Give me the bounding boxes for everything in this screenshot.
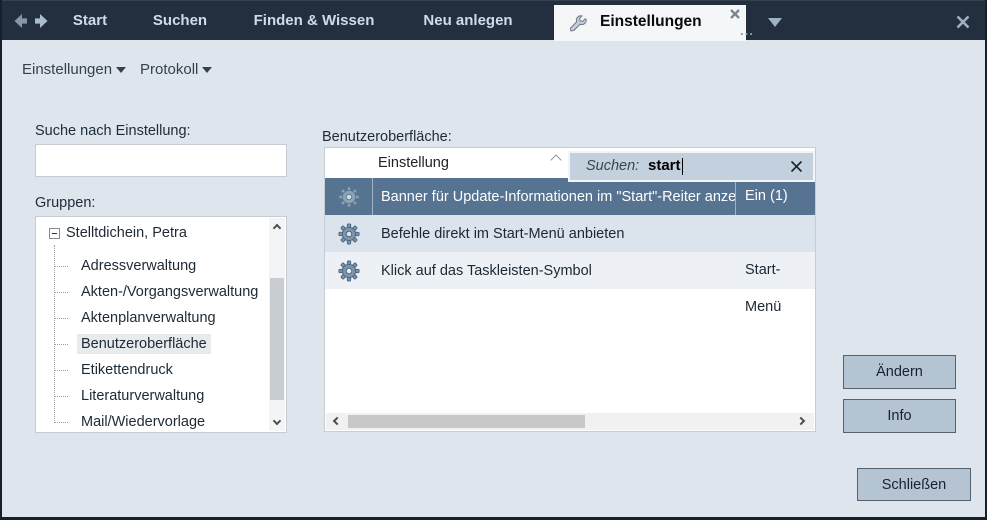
scroll-right-icon[interactable] [795, 413, 812, 430]
tab-overflow-dots[interactable]: ... [740, 23, 754, 38]
menu-einstellungen[interactable]: Einstellungen [22, 61, 126, 78]
sort-ascending-icon [550, 154, 561, 165]
row-value [735, 215, 815, 252]
active-tab-label: Einstellungen [600, 13, 702, 31]
setting-search-input[interactable] [35, 144, 287, 177]
tab-list-dropdown-icon[interactable] [768, 18, 782, 27]
tree-item-akten-vorgangsverwaltung[interactable]: Akten-/Vorgangsverwaltung [81, 279, 258, 305]
column-header-einstellung[interactable]: Einstellung [378, 148, 449, 178]
tab-suchen[interactable]: Suchen [153, 1, 207, 41]
tree-item-benutzeroberflaeche[interactable]: Benutzeroberfläche [81, 331, 211, 357]
menu-protokoll-label: Protokoll [140, 61, 198, 78]
settings-window: Start Suchen Finden & Wissen Neu anlegen… [0, 0, 987, 520]
tab-einstellungen-active[interactable]: Einstellungen [554, 5, 746, 41]
tree-item-etikettendruck[interactable]: Etikettendruck [81, 357, 173, 383]
back-arrow-icon[interactable] [13, 13, 30, 29]
tab-bar: Start Suchen Finden & Wissen Neu anlegen… [2, 0, 985, 40]
table-row-klick-taskleiste[interactable]: Klick auf das Taskleisten-Symbol Start-M… [325, 252, 815, 289]
close-button[interactable]: Schließen [857, 468, 971, 501]
hscrollbar-thumb[interactable] [348, 415, 585, 428]
tree-scrollbar[interactable] [269, 218, 285, 431]
row-label: Befehle direkt im Start-Menü anbieten [373, 226, 735, 242]
tree-item-mail-wiedervorlage[interactable]: Mail/Wiedervorlage [81, 409, 205, 433]
text-cursor [682, 158, 683, 175]
tree-item-adressverwaltung[interactable]: Adressverwaltung [81, 253, 196, 279]
tree-item-literaturverwaltung[interactable]: Literaturverwaltung [81, 383, 204, 409]
collapse-minus-icon[interactable] [49, 228, 60, 239]
gear-icon [325, 178, 373, 215]
row-value: Ein (1) [735, 178, 815, 215]
table-row-banner-update[interactable]: Banner für Update-Informationen im "Star… [325, 178, 815, 215]
gear-icon [325, 252, 373, 289]
table-search-label: Suchen: [586, 158, 639, 174]
info-button[interactable]: Info [843, 399, 956, 433]
tab-neu-anlegen[interactable]: Neu anlegen [423, 1, 512, 41]
wrench-icon [568, 13, 588, 38]
tree-scrollbar-thumb[interactable] [270, 278, 284, 400]
row-label: Banner für Update-Informationen im "Star… [373, 189, 735, 205]
scroll-up-icon[interactable] [269, 218, 285, 235]
row-value: Start-Menü [735, 252, 815, 289]
chevron-down-icon [202, 67, 212, 73]
tree-root-label: Stelltdichein, Petra [66, 220, 187, 246]
scroll-left-icon[interactable] [328, 413, 345, 430]
table-search-overlay: Suchen: start [568, 151, 815, 182]
tab-start[interactable]: Start [73, 1, 107, 41]
gear-icon [325, 215, 373, 252]
menu-protokoll[interactable]: Protokoll [140, 61, 212, 78]
tab-finden-wissen[interactable]: Finden & Wissen [254, 1, 375, 41]
search-close-icon[interactable] [790, 160, 803, 173]
settings-table: Einstellung Suchen: start [324, 147, 816, 432]
tree-item-aktenplanverwaltung[interactable]: Aktenplanverwaltung [81, 305, 216, 331]
menu-einstellungen-label: Einstellungen [22, 61, 112, 78]
change-button[interactable]: Ändern [843, 355, 956, 389]
window-close-button[interactable] [955, 14, 971, 30]
row-label: Klick auf das Taskleisten-Symbol [373, 263, 735, 279]
table-search-input[interactable]: start [648, 157, 681, 174]
groups-tree: Stelltdichein, Petra Adressverwaltung Ak… [35, 216, 287, 433]
chevron-down-icon [116, 67, 126, 73]
groups-label: Gruppen: [35, 195, 95, 211]
forward-arrow-icon[interactable] [32, 13, 49, 29]
scroll-down-icon[interactable] [269, 414, 285, 431]
table-title: Benutzeroberfläche: [322, 129, 452, 145]
table-hscrollbar[interactable] [326, 413, 814, 430]
tab-close-icon[interactable] [729, 7, 741, 19]
search-setting-label: Suche nach Einstellung: [35, 123, 191, 139]
table-row-befehle-startmenu[interactable]: Befehle direkt im Start-Menü anbieten [325, 215, 815, 252]
